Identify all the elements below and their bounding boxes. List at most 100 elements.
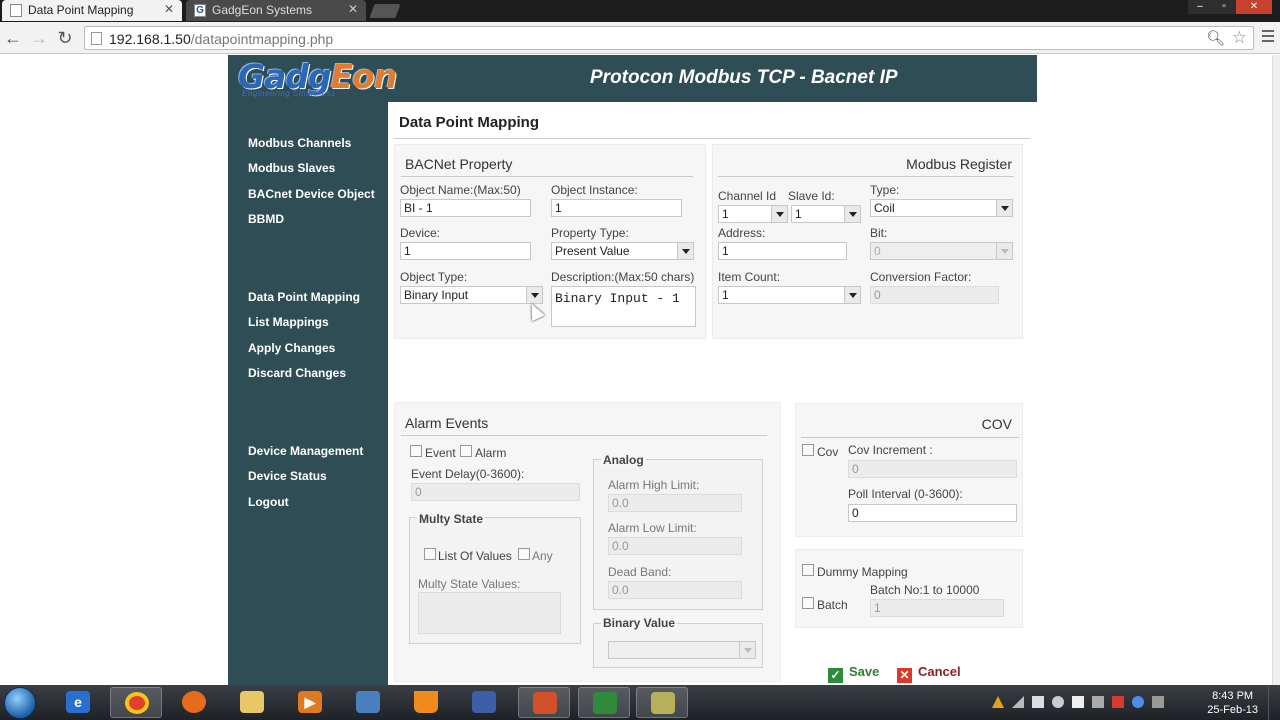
save-button[interactable]: ✓ Save bbox=[828, 664, 879, 683]
dummy-mapping-checkbox[interactable] bbox=[802, 564, 814, 576]
reload-icon[interactable]: ↻ bbox=[54, 27, 76, 49]
tab-data-point-mapping[interactable]: Data Point Mapping ✕ bbox=[2, 0, 182, 21]
cancel-button[interactable]: ✕ Cancel bbox=[897, 664, 961, 683]
object-name-input[interactable]: BI - 1 bbox=[400, 199, 531, 217]
volume-icon[interactable] bbox=[1052, 696, 1064, 708]
warning-icon[interactable] bbox=[992, 696, 1004, 708]
taskbar-media-player[interactable]: ▶ bbox=[284, 687, 336, 718]
url-path: /datapointmapping.php bbox=[190, 31, 334, 47]
sidebar-item-logout[interactable]: Logout bbox=[248, 495, 289, 509]
title-divider bbox=[394, 138, 1030, 139]
flag-icon[interactable] bbox=[1072, 696, 1084, 708]
bit-label: Bit: bbox=[870, 226, 888, 240]
any-checkbox[interactable] bbox=[518, 548, 530, 560]
address-bar[interactable]: 192.168.1.50/datapointmapping.php 🔍︎ ☆ bbox=[84, 26, 1254, 50]
antivirus-icon[interactable] bbox=[1112, 696, 1124, 708]
forward-arrow-icon[interactable]: → bbox=[28, 27, 50, 49]
property-type-select[interactable]: Present Value bbox=[551, 242, 694, 260]
sidebar-item-device-management[interactable]: Device Management bbox=[248, 444, 363, 458]
zoom-icon[interactable]: 🔍︎ bbox=[1206, 29, 1225, 47]
signal-icon[interactable] bbox=[1012, 696, 1024, 708]
sidebar-item-modbus-channels[interactable]: Modbus Channels bbox=[248, 136, 351, 150]
object-type-select[interactable]: Binary Input bbox=[400, 286, 543, 304]
sidebar-item-modbus-slaves[interactable]: Modbus Slaves bbox=[248, 161, 335, 175]
event-checkbox[interactable] bbox=[410, 445, 422, 457]
taskbar-app-tools[interactable] bbox=[578, 687, 630, 718]
channel-id-select[interactable]: 1 bbox=[718, 205, 788, 223]
url-text: 192.168.1.50/datapointmapping.php bbox=[109, 31, 333, 47]
item-count-select[interactable]: 1 bbox=[718, 286, 861, 304]
clock[interactable]: 8:43 PM 25-Feb-13 bbox=[1207, 689, 1258, 717]
description-textarea[interactable]: Binary Input - 1 bbox=[551, 286, 696, 327]
taskbar-vlc[interactable] bbox=[400, 687, 452, 718]
window-close-icon[interactable]: ✕ bbox=[1236, 0, 1272, 14]
type-select[interactable]: Coil bbox=[870, 199, 1013, 217]
battery-icon[interactable] bbox=[1032, 696, 1044, 708]
chevron-down-icon[interactable] bbox=[996, 200, 1012, 216]
cov-panel: COV Cov Cov Increment : 0 Poll Interval … bbox=[795, 403, 1023, 537]
list-of-values-checkbox[interactable] bbox=[424, 548, 436, 560]
chevron-down-icon[interactable] bbox=[844, 287, 860, 303]
object-instance-input[interactable]: 1 bbox=[551, 199, 682, 217]
page-scrollbar[interactable] bbox=[1272, 55, 1280, 685]
chevron-down-icon[interactable] bbox=[526, 287, 542, 303]
sidebar-item-data-point-mapping[interactable]: Data Point Mapping bbox=[248, 290, 360, 304]
chevron-down-icon[interactable] bbox=[844, 206, 860, 222]
multi-state-values-box bbox=[418, 592, 561, 634]
event-delay-label: Event Delay(0-3600): bbox=[411, 467, 525, 481]
chevron-down-icon[interactable] bbox=[677, 243, 693, 259]
taskbar-wireless[interactable] bbox=[458, 687, 510, 718]
browser-tab-bar: Data Point Mapping ✕ G GadgEon Systems ✕… bbox=[0, 0, 1280, 22]
binary-value-select bbox=[608, 641, 756, 659]
internet-explorer-icon: e bbox=[66, 691, 90, 713]
analog-fieldset: Alarm High Limit: 0.0 Alarm Low Limit: 0… bbox=[593, 459, 763, 610]
taskbar-network[interactable] bbox=[342, 687, 394, 718]
page-favicon-icon bbox=[10, 4, 22, 17]
event-label: Event bbox=[425, 446, 456, 460]
tab-close-icon[interactable]: ✕ bbox=[348, 2, 358, 16]
bookmark-star-icon[interactable]: ☆ bbox=[1232, 28, 1247, 48]
device-input[interactable]: 1 bbox=[400, 242, 531, 260]
sidebar-item-device-status[interactable]: Device Status bbox=[248, 469, 327, 483]
description-label: Description:(Max:50 chars) bbox=[551, 270, 695, 284]
cov-checkbox[interactable] bbox=[802, 444, 814, 456]
chevron-down-icon[interactable] bbox=[771, 206, 787, 222]
new-tab-button[interactable] bbox=[369, 4, 401, 18]
taskbar-explorer[interactable] bbox=[226, 687, 278, 718]
sidebar-item-apply-changes[interactable]: Apply Changes bbox=[248, 341, 335, 355]
tab-close-icon[interactable]: ✕ bbox=[164, 2, 174, 16]
display-icon[interactable] bbox=[1152, 696, 1164, 708]
poll-interval-label: Poll Interval (0-3600): bbox=[848, 487, 963, 501]
taskbar-chrome[interactable] bbox=[110, 687, 162, 718]
item-count-value: 1 bbox=[722, 288, 729, 302]
sidebar-item-list-mappings[interactable]: List Mappings bbox=[248, 315, 329, 329]
sidebar-item-bbmd[interactable]: BBMD bbox=[248, 212, 284, 226]
alarm-low-limit-label: Alarm Low Limit: bbox=[608, 521, 697, 535]
browser-menu-icon[interactable] bbox=[1262, 30, 1274, 46]
tab-gadgeon-systems[interactable]: G GadgEon Systems ✕ bbox=[186, 0, 366, 21]
maximize-icon[interactable]: ▫ bbox=[1212, 0, 1236, 14]
back-arrow-icon[interactable]: ← bbox=[2, 27, 24, 49]
alarm-checkbox[interactable] bbox=[460, 445, 472, 457]
address-input[interactable]: 1 bbox=[718, 242, 847, 260]
chevron-down-icon bbox=[996, 243, 1012, 259]
object-type-value: Binary Input bbox=[404, 288, 469, 302]
slave-id-select[interactable]: 1 bbox=[791, 205, 861, 223]
alarm-high-limit-label: Alarm High Limit: bbox=[608, 478, 700, 492]
sidebar-item-bacnet-device-object[interactable]: BACnet Device Object bbox=[248, 187, 375, 201]
taskbar-firefox[interactable] bbox=[168, 687, 220, 718]
poll-interval-input[interactable]: 0 bbox=[848, 504, 1017, 522]
taskbar-internet-explorer[interactable]: e bbox=[52, 687, 104, 718]
bluetooth-icon[interactable] bbox=[1132, 696, 1144, 708]
network-tray-icon[interactable] bbox=[1092, 696, 1104, 708]
start-button[interactable] bbox=[4, 687, 36, 719]
minimize-icon[interactable]: – bbox=[1188, 0, 1212, 14]
alarm-panel-divider bbox=[401, 435, 767, 436]
show-desktop-button[interactable] bbox=[1268, 685, 1280, 720]
taskbar-app-red[interactable] bbox=[518, 687, 570, 718]
taskbar-app-notes[interactable] bbox=[636, 687, 688, 718]
batch-checkbox[interactable] bbox=[802, 597, 814, 609]
cov-increment-input: 0 bbox=[848, 460, 1017, 478]
sidebar-item-discard-changes[interactable]: Discard Changes bbox=[248, 366, 346, 380]
folder-icon bbox=[240, 691, 264, 713]
